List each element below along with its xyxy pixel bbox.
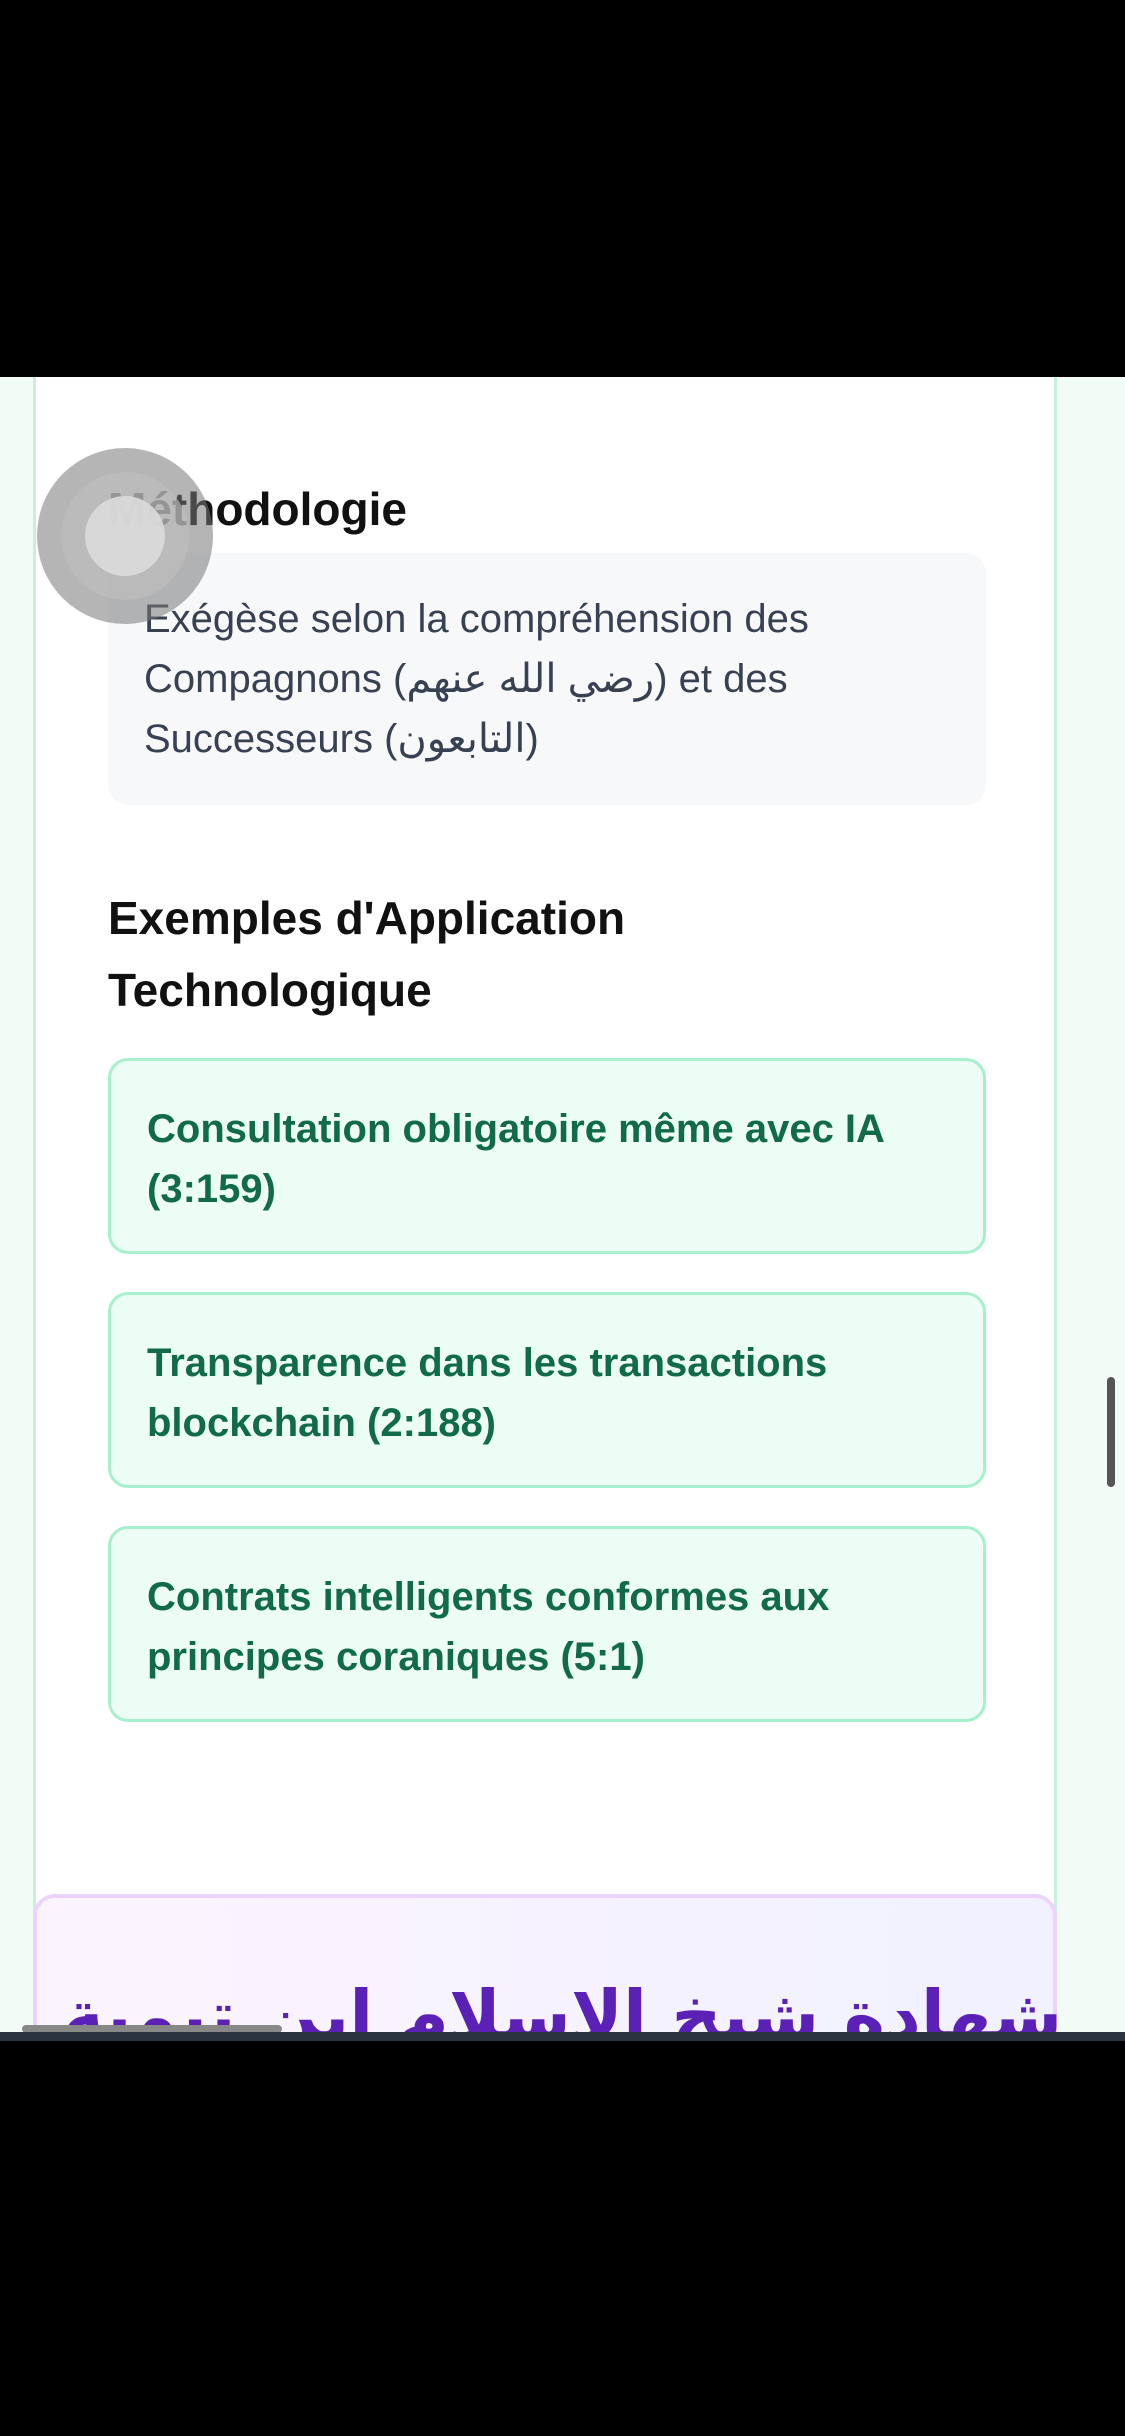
- example-item[interactable]: Transparence dans les transactions block…: [108, 1292, 986, 1488]
- example-text: Contrats intelligents conformes aux prin…: [147, 1575, 830, 1679]
- touch-indicator-icon: [37, 448, 213, 624]
- examples-title: Exemples d'Application Technologique: [108, 892, 626, 1016]
- bottom-bar: [0, 2032, 1125, 2041]
- screen: Méthodologie Exégèse selon la compréhens…: [0, 377, 1125, 2041]
- touch-center: [85, 496, 165, 576]
- scrollbar[interactable]: [1107, 1377, 1115, 1487]
- example-item[interactable]: Consultation obligatoire même avec IA (3…: [108, 1058, 986, 1254]
- methodology-box: Exégèse selon la compréhension des Compa…: [108, 553, 986, 805]
- example-text: Consultation obligatoire même avec IA (3…: [147, 1107, 884, 1211]
- methodology-text: Exégèse selon la compréhension des Compa…: [144, 597, 809, 761]
- example-item[interactable]: Contrats intelligents conformes aux prin…: [108, 1526, 986, 1722]
- example-text: Transparence dans les transactions block…: [147, 1341, 828, 1445]
